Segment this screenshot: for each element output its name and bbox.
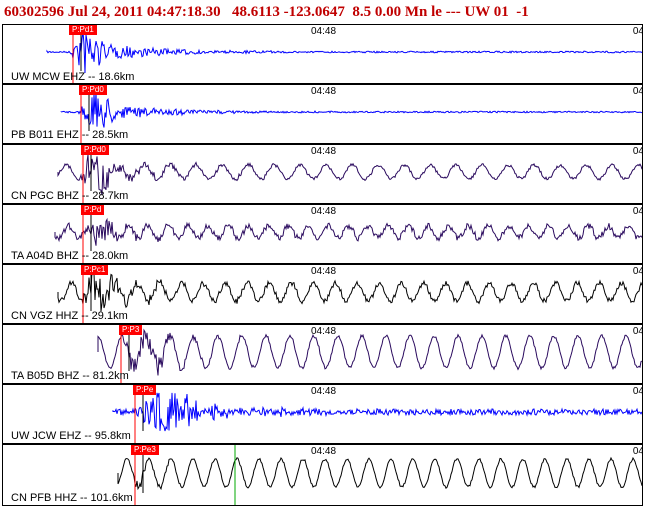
waveform-line bbox=[46, 31, 642, 74]
event-depth: 8.5 bbox=[352, 4, 372, 20]
waveform-line bbox=[54, 217, 642, 246]
time-tick-7: 04:48 bbox=[311, 446, 337, 457]
event-flag: le --- bbox=[431, 4, 461, 20]
phase-pick-5[interactable]: P:P3 bbox=[119, 325, 143, 335]
time-tick-right-5: 04 bbox=[632, 326, 643, 337]
waveform-line bbox=[57, 154, 642, 196]
station-label-6: UW JCW EHZ -- 95.8km bbox=[11, 430, 131, 442]
time-tick-5: 04:48 bbox=[311, 326, 337, 337]
phase-pick-4[interactable]: P:Pc1 bbox=[81, 265, 109, 275]
station-label-1: PB B011 EHZ -- 28.5km bbox=[11, 129, 129, 141]
trace-panel-3[interactable]: P:Pd 04:48 04 TA A04D BHZ -- 28.0km bbox=[2, 204, 643, 264]
time-tick-right-2: 04 bbox=[632, 146, 643, 157]
time-tick-right-1: 04 bbox=[632, 86, 643, 97]
phase-pick-3[interactable]: P:Pd bbox=[81, 205, 105, 215]
time-tick-right-0: 04 bbox=[632, 26, 643, 37]
trace-panel-2[interactable]: P:Pd0 04:48 04 CN PGC BHZ -- 28.7km bbox=[2, 144, 643, 204]
time-tick-right-6: 04 bbox=[632, 386, 643, 397]
seismogram-panels: P:Pd1 04:48 04 UW MCW EHZ -- 18.6km P:Pd… bbox=[2, 24, 643, 506]
time-tick-3: 04:48 bbox=[311, 206, 337, 217]
trace-panel-0[interactable]: P:Pd1 04:48 04 UW MCW EHZ -- 18.6km bbox=[2, 24, 643, 84]
phase-pick-1[interactable]: P:Pd0 bbox=[79, 85, 107, 95]
event-network: UW 01 bbox=[464, 4, 509, 20]
station-label-7: CN PFB HHZ -- 101.6km bbox=[11, 492, 133, 504]
trace-panel-1[interactable]: P:Pd0 04:48 04 PB B011 EHZ -- 28.5km bbox=[2, 84, 643, 144]
phase-pick-2[interactable]: P:Pd0 bbox=[81, 145, 109, 155]
event-lat: 48.6113 bbox=[231, 4, 280, 20]
trace-panel-4[interactable]: P:Pc1 04:48 04 CN VGZ HHZ -- 29.1km bbox=[2, 264, 643, 324]
time-tick-0: 04:48 bbox=[311, 26, 337, 37]
station-label-4: CN VGZ HHZ -- 29.1km bbox=[11, 310, 128, 322]
waveform-line bbox=[112, 392, 642, 432]
waveform-line bbox=[57, 269, 642, 312]
trace-panel-7[interactable]: P:Pe3 04:48 04 CN PFB HHZ -- 101.6km bbox=[2, 444, 643, 506]
time-tick-right-7: 04 bbox=[632, 446, 643, 457]
time-tick-1: 04:48 bbox=[311, 86, 337, 97]
event-mag-type: Mn bbox=[404, 4, 428, 20]
event-mag: 0.00 bbox=[374, 4, 402, 20]
time-tick-right-3: 04 bbox=[632, 206, 643, 217]
event-extra: -1 bbox=[516, 4, 529, 20]
event-header: 60302596 Jul 24, 2011 04:47:18.30 48.611… bbox=[0, 0, 645, 24]
waveform-line bbox=[97, 328, 642, 376]
time-tick-2: 04:48 bbox=[311, 146, 337, 157]
station-label-5: TA B05D BHZ -- 81.2km bbox=[11, 370, 129, 382]
station-label-3: TA A04D BHZ -- 28.0km bbox=[11, 250, 129, 262]
event-datetime: Jul 24, 2011 04:47:18.30 bbox=[67, 4, 221, 20]
trace-panel-5[interactable]: P:P3 04:48 04 TA B05D BHZ -- 81.2km bbox=[2, 324, 643, 384]
station-label-2: CN PGC BHZ -- 28.7km bbox=[11, 190, 129, 202]
station-label-0: UW MCW EHZ -- 18.6km bbox=[11, 71, 135, 83]
trace-panel-6[interactable]: P:Pe 04:48 04 UW JCW EHZ -- 95.8km bbox=[2, 384, 643, 444]
time-tick-right-4: 04 bbox=[632, 266, 643, 277]
phase-pick-6[interactable]: P:Pe bbox=[133, 385, 157, 395]
phase-pick-0[interactable]: P:Pd1 bbox=[69, 25, 97, 35]
waveform-line bbox=[117, 456, 642, 491]
waveform-line bbox=[60, 92, 642, 128]
event-id: 60302596 bbox=[4, 4, 64, 20]
time-tick-6: 04:48 bbox=[311, 386, 337, 397]
phase-pick-7[interactable]: P:Pe3 bbox=[131, 445, 159, 455]
event-lon: -123.0647 bbox=[283, 4, 345, 20]
time-tick-4: 04:48 bbox=[311, 266, 337, 277]
